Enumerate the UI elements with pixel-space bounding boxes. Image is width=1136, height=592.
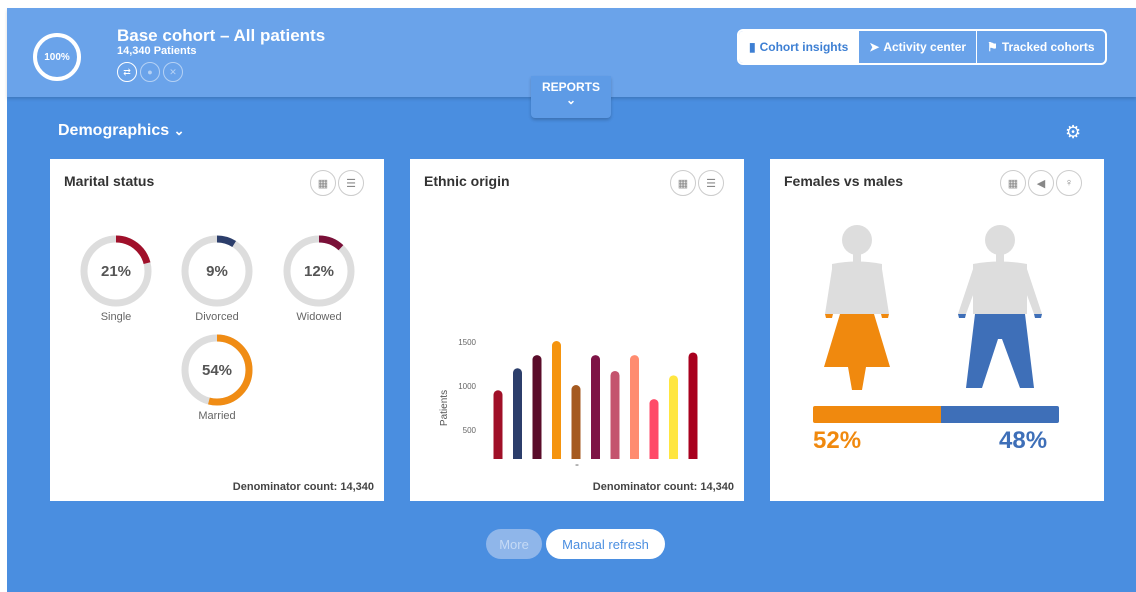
cohort-actions: ⇄ ● ✕ bbox=[117, 62, 183, 82]
list-icon[interactable]: ☰ bbox=[698, 170, 724, 196]
megaphone-icon[interactable]: ◀ bbox=[1028, 170, 1054, 196]
female-bar bbox=[813, 406, 941, 423]
settings-icon[interactable]: ⚙ bbox=[1065, 122, 1081, 143]
flag-icon: ⚑ bbox=[987, 40, 998, 54]
send-icon: ➤ bbox=[869, 40, 880, 54]
gender-figures bbox=[824, 225, 1042, 390]
donut-value: 54% bbox=[201, 361, 233, 379]
reports-label: REPORTS bbox=[541, 80, 600, 94]
female-percentage: 52% bbox=[813, 427, 862, 454]
male-bar bbox=[940, 406, 1059, 423]
lightbulb-icon[interactable]: ♀ bbox=[1056, 170, 1082, 196]
card-tools: ▦ ☰ bbox=[670, 170, 724, 196]
chart-dash: - bbox=[575, 457, 579, 471]
denominator-count: Denominator count: 14,340 bbox=[592, 481, 734, 493]
card-tools: ▦ ☰ bbox=[310, 170, 364, 196]
donut-single: 21% Single bbox=[80, 235, 152, 323]
donut-married: 54% Married bbox=[181, 334, 253, 422]
swap-icon[interactable]: ⇄ bbox=[117, 62, 137, 82]
donut-label: Divorced bbox=[195, 311, 239, 323]
donut-label: Married bbox=[198, 410, 236, 422]
nav-activity-center[interactable]: ➤ Activity center bbox=[858, 31, 976, 63]
donut-label: Single bbox=[100, 311, 132, 323]
section-dropdown[interactable]: Demographics ⌄ bbox=[58, 122, 185, 140]
window-frame-left bbox=[0, 0, 7, 592]
donut-widowed: 12% Widowed bbox=[283, 235, 355, 323]
y-tick-label: 1500 bbox=[458, 338, 476, 347]
window-frame-top bbox=[0, 0, 1136, 8]
gender-ratio-bar bbox=[813, 406, 1059, 423]
progress-value: 100% bbox=[44, 51, 70, 63]
more-button[interactable]: More bbox=[486, 529, 542, 559]
bar-chart: 050010001500PatientsEthnic origin bbox=[439, 338, 698, 523]
card-title: Ethnic origin bbox=[424, 173, 510, 189]
donut-value: 9% bbox=[206, 262, 228, 280]
card-title: Females vs males bbox=[784, 173, 904, 189]
donut-label: Widowed bbox=[296, 311, 342, 323]
cohort-progress-ring: 100% bbox=[33, 33, 81, 81]
chevron-down-icon: ⌄ bbox=[565, 93, 577, 107]
gender-card: Females vs males ▦ ◀ ♀ 52% 48% bbox=[770, 159, 1104, 501]
section-title: Demographics bbox=[58, 122, 170, 139]
list-icon[interactable]: ☰ bbox=[338, 170, 364, 196]
marital-status-card: Marital status ▦ ☰ 21% Single 9% Divorced 12… bbox=[50, 159, 384, 501]
card-tools: ▦ ◀ ♀ bbox=[1000, 170, 1082, 196]
nav-tracked-cohorts[interactable]: ⚑ Tracked cohorts bbox=[976, 31, 1104, 63]
y-tick-label: 500 bbox=[463, 426, 477, 435]
card-title: Marital status bbox=[64, 173, 155, 189]
donut-divorced: 9% Divorced bbox=[181, 235, 253, 323]
ethnic-origin-card: Ethnic origin ▦ ☰ 050010001500PatientsEt… bbox=[410, 159, 744, 523]
cohort-patient-count: 14,340 Patients bbox=[117, 45, 197, 57]
top-navigation: ▮ Cohort insights ➤ Activity center ⚑ Track… bbox=[737, 29, 1107, 65]
female-figure bbox=[824, 225, 890, 390]
table-icon[interactable]: ▦ bbox=[670, 170, 696, 196]
chevron-down-icon: ⌄ bbox=[173, 123, 185, 138]
table-icon[interactable]: ▦ bbox=[1000, 170, 1026, 196]
reports-toggle[interactable]: REPORTS ⌄ bbox=[531, 76, 611, 118]
cohort-title: Base cohort – All patients bbox=[117, 26, 326, 45]
manual-refresh-button[interactable]: Manual refresh bbox=[546, 529, 665, 559]
y-axis-label: Patients bbox=[439, 390, 450, 426]
pin-icon[interactable]: ● bbox=[140, 62, 160, 82]
donut-value: 12% bbox=[303, 262, 335, 280]
donut-value: 21% bbox=[100, 262, 132, 280]
denominator-count: Denominator count: 14,340 bbox=[232, 481, 374, 493]
male-percentage: 48% bbox=[999, 427, 1048, 454]
y-tick-label: 1000 bbox=[458, 382, 476, 391]
ethnic-chart: 050010001500PatientsEthnic origin bbox=[410, 219, 744, 523]
bar-chart-icon: ▮ bbox=[749, 40, 756, 54]
nav-cohort-insights[interactable]: ▮ Cohort insights bbox=[739, 31, 859, 63]
close-icon[interactable]: ✕ bbox=[163, 62, 183, 82]
table-icon[interactable]: ▦ bbox=[310, 170, 336, 196]
male-figure bbox=[958, 225, 1042, 388]
